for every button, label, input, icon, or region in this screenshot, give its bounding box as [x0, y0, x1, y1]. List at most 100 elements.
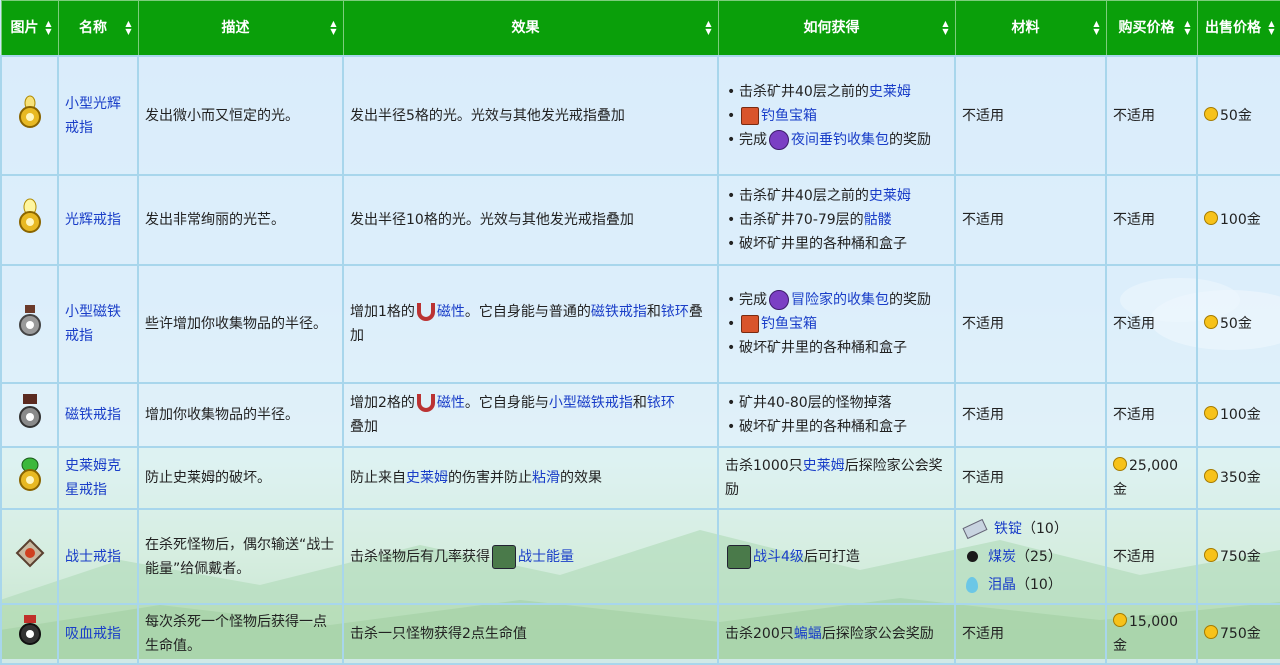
ring-sell-price: 750金	[1196, 508, 1280, 605]
ring-name[interactable]: 小型光辉戒指	[57, 55, 139, 176]
column-header-image[interactable]: 图片 ▲ ▼	[0, 0, 59, 57]
gold-coin-icon	[1204, 406, 1218, 420]
iron-bar-icon	[962, 518, 988, 539]
ring-sell-price: 750金	[1196, 603, 1280, 665]
table-row: 战士戒指 在杀死怪物后，偶尔输送“战士能量”给佩戴者。 击杀怪物后有几率获得 战士…	[0, 508, 1280, 605]
slime-link[interactable]: 史莱姆	[803, 458, 845, 474]
fishing-chest-link[interactable]: 钓鱼宝箱	[761, 316, 817, 332]
magnetism-link[interactable]: 磁性	[437, 304, 465, 320]
warrior-energy-link[interactable]: 战士能量	[518, 549, 574, 565]
ring-name[interactable]: 战士戒指	[57, 508, 139, 605]
table-header-row: 图片 ▲ ▼ 名称 ▲ ▼ 描述 ▲ ▼ 效果 ▲ ▼ 如何获得 ▲ ▼ 材料 ▲ ▼ 购买价格 ▲ ▼ 出…	[0, 0, 1280, 57]
ring-name[interactable]: 吸血戒指	[57, 603, 139, 665]
gold-coin-icon	[1204, 106, 1218, 121]
ring-name[interactable]: 磁铁戒指	[57, 382, 139, 448]
ring-effect: 防止来自史莱姆的伤害并防止粘滑的效果	[342, 446, 719, 510]
night-fishing-bundle-link[interactable]: 夜间垂钓收集包	[791, 132, 889, 148]
ring-description: 发出微小而又恒定的光。	[137, 55, 344, 176]
bundle-icon	[769, 290, 789, 310]
sort-icon[interactable]: ▲ ▼	[45, 20, 51, 36]
iridium-band-link[interactable]: 铱环	[661, 304, 689, 320]
column-header-name[interactable]: 名称 ▲ ▼	[57, 0, 139, 57]
sort-icon[interactable]: ▲ ▼	[1184, 20, 1190, 36]
ring-name[interactable]: 光辉戒指	[57, 174, 139, 266]
ring-description: 防止史莱姆的破坏。	[137, 446, 344, 510]
material-item: 煤炭 （25）	[962, 543, 1099, 571]
small-magnet-ring-link[interactable]: 小型磁铁戒指	[549, 395, 633, 411]
sort-icon[interactable]: ▲ ▼	[330, 20, 336, 36]
ring-description: 些许增加你收集物品的半径。	[137, 264, 344, 384]
table-row: 磁铁戒指 增加你收集物品的半径。 增加2格的 磁性。它自身能与小型磁铁戒指和铱环叠…	[0, 382, 1280, 448]
bundle-icon	[769, 129, 789, 150]
column-header-description[interactable]: 描述 ▲ ▼	[137, 0, 344, 57]
ring-obtain: 击杀1000只史莱姆后探险家公会奖励	[717, 446, 956, 510]
small-glow-ring-icon	[18, 95, 41, 128]
ring-image-cell	[0, 264, 59, 384]
ring-effect: 发出半径5格的光。光效与其他发光戒指叠加	[342, 55, 719, 176]
column-header-effect[interactable]: 效果 ▲ ▼	[342, 0, 719, 57]
ring-sell-price: 100金	[1196, 174, 1280, 266]
sort-icon[interactable]: ▲ ▼	[942, 20, 948, 36]
coal-link[interactable]: 煤炭	[988, 545, 1016, 569]
ring-materials: 不适用	[954, 382, 1107, 448]
magnetism-link[interactable]: 磁性	[437, 395, 465, 411]
column-header-materials[interactable]: 材料 ▲ ▼	[954, 0, 1107, 57]
ring-description: 在杀死怪物后，偶尔输送“战士能量”给佩戴者。	[137, 508, 344, 605]
table-row: 吸血戒指 每次杀死一个怪物后获得一点生命值。 击杀一只怪物获得2点生命值 击杀2…	[0, 603, 1280, 665]
table-row: 小型光辉戒指 发出微小而又恒定的光。 发出半径5格的光。光效与其他发光戒指叠加 …	[0, 55, 1280, 176]
magnet-ring-link[interactable]: 磁铁戒指	[591, 304, 647, 320]
column-header-obtain[interactable]: 如何获得 ▲ ▼	[717, 0, 956, 57]
ring-materials: 不适用	[954, 264, 1107, 384]
iron-bar-link[interactable]: 铁锭	[994, 517, 1022, 541]
slime-link[interactable]: 史莱姆	[869, 84, 911, 100]
vampire-ring-icon	[18, 615, 41, 645]
ring-name[interactable]: 史莱姆克星戒指	[57, 446, 139, 510]
material-item: 铁锭 （10）	[962, 515, 1099, 543]
ring-buy-price: 不适用	[1105, 264, 1198, 384]
column-header-sell-price[interactable]: 出售价格 ▲ ▼	[1196, 0, 1280, 57]
ring-materials: 不适用	[954, 603, 1107, 665]
warrior-energy-icon	[492, 544, 516, 569]
material-item: 泪晶 （10）	[962, 571, 1099, 599]
warrior-ring-icon	[15, 538, 44, 567]
fishing-chest-link[interactable]: 钓鱼宝箱	[761, 108, 817, 124]
combat-skill-icon	[727, 544, 751, 569]
slime-link[interactable]: 史莱姆	[406, 470, 448, 486]
ring-sell-price: 350金	[1196, 446, 1280, 510]
frozen-tear-link[interactable]: 泪晶	[988, 573, 1016, 597]
magnet-ring-icon	[18, 394, 41, 428]
gold-coin-icon	[1113, 457, 1127, 471]
sort-icon[interactable]: ▲ ▼	[125, 20, 131, 36]
ring-name[interactable]: 小型磁铁戒指	[57, 264, 139, 384]
ring-obtain: 击杀矿井40层之前的史莱姆 钓鱼宝箱 完成夜间垂钓收集包的奖励	[717, 55, 956, 176]
ring-obtain: 击杀矿井40层之前的史莱姆 击杀矿井70-79层的骷髅 破坏矿井里的各种桶和盒子	[717, 174, 956, 266]
slimed-link[interactable]: 粘滑	[532, 470, 560, 486]
ring-effect: 增加1格的 磁性。它自身能与普通的磁铁戒指和铱环叠加	[342, 264, 719, 384]
rings-table: 图片 ▲ ▼ 名称 ▲ ▼ 描述 ▲ ▼ 效果 ▲ ▼ 如何获得 ▲ ▼ 材料 ▲ ▼ 购买价格 ▲ ▼ 出…	[0, 0, 1280, 665]
ring-sell-price: 50金	[1196, 55, 1280, 176]
slime-charmer-ring-icon	[18, 457, 41, 491]
column-header-buy-price[interactable]: 购买价格 ▲ ▼	[1105, 0, 1198, 57]
gold-coin-icon	[1204, 211, 1218, 225]
ring-effect: 发出半径10格的光。光效与其他发光戒指叠加	[342, 174, 719, 266]
ring-image-cell	[0, 174, 59, 266]
combat-level-link[interactable]: 战斗4级	[753, 549, 804, 565]
ring-effect: 增加2格的 磁性。它自身能与小型磁铁戒指和铱环 叠加	[342, 382, 719, 448]
sort-icon[interactable]: ▲ ▼	[1268, 20, 1274, 36]
ring-image-cell	[0, 603, 59, 665]
bat-link[interactable]: 蝙蝠	[794, 626, 822, 642]
ring-buy-price: 15,000金	[1105, 603, 1198, 665]
adventurer-bundle-link[interactable]: 冒险家的收集包	[791, 292, 889, 308]
ring-buy-price: 不适用	[1105, 382, 1198, 448]
table-row: 小型磁铁戒指 些许增加你收集物品的半径。 增加1格的 磁性。它自身能与普通的磁铁戒…	[0, 264, 1280, 384]
ring-obtain: 矿井40-80层的怪物掉落 破坏矿井里的各种桶和盒子	[717, 382, 956, 448]
ring-buy-price: 25,000金	[1105, 446, 1198, 510]
slime-link[interactable]: 史莱姆	[869, 188, 911, 204]
skeleton-link[interactable]: 骷髅	[864, 212, 892, 228]
sort-icon[interactable]: ▲ ▼	[705, 20, 711, 36]
ring-buy-price: 不适用	[1105, 55, 1198, 176]
ring-materials: 不适用	[954, 55, 1107, 176]
iridium-band-link[interactable]: 铱环	[647, 395, 675, 411]
sort-icon[interactable]: ▲ ▼	[1093, 20, 1099, 36]
ring-image-cell	[0, 508, 59, 605]
